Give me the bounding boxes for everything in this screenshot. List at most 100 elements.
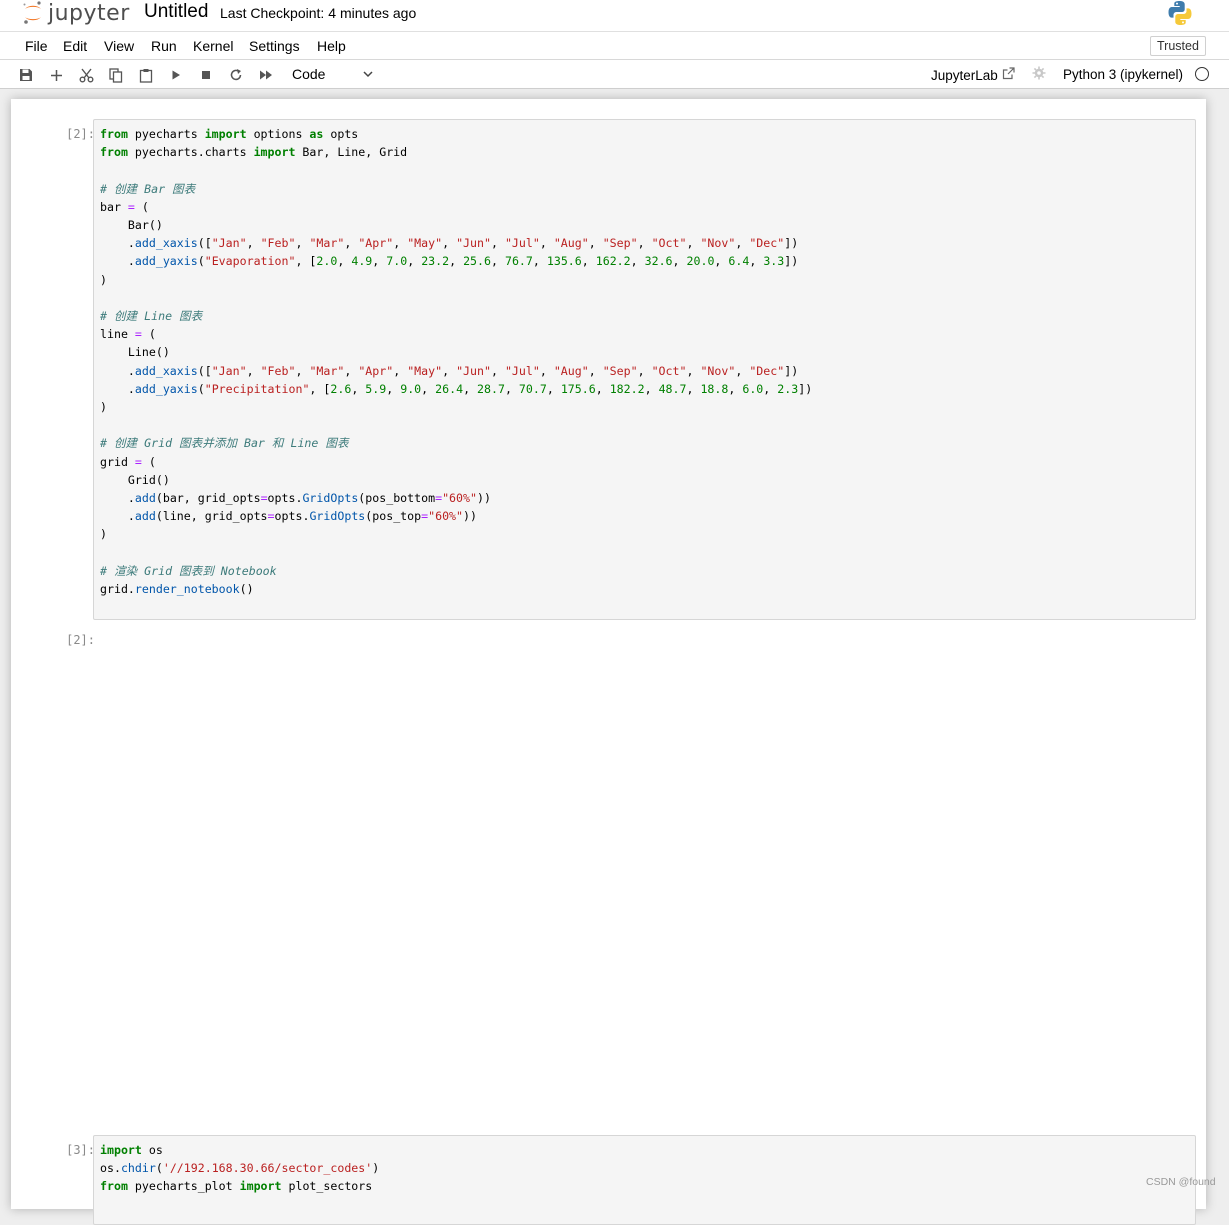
code-token: ,: [344, 363, 359, 378]
code-token: 182.2: [609, 381, 645, 396]
code-token: (: [141, 327, 156, 342]
jupyter-logo[interactable]: jupyter: [22, 0, 130, 28]
code-token: 2.0: [316, 254, 338, 269]
paste-icon[interactable]: [136, 65, 156, 85]
code-token: ]): [798, 381, 813, 396]
code-token: ,: [539, 363, 554, 378]
code-token: (bar, grid_opts: [155, 491, 261, 506]
cut-icon[interactable]: [76, 65, 96, 85]
code-line: import os: [100, 1143, 163, 1157]
code-line: from pyecharts import options as opts: [100, 127, 358, 141]
code-token: .: [100, 236, 135, 251]
code-token: )): [463, 509, 477, 524]
code-token: ,: [504, 381, 519, 396]
code-line: grid = (: [100, 455, 156, 469]
code-token: ,: [714, 254, 729, 269]
code-token: 23.2: [421, 254, 450, 269]
code-token: ,: [630, 254, 645, 269]
menu-view[interactable]: View: [104, 38, 134, 54]
copy-icon[interactable]: [106, 65, 126, 85]
code-token: add_yaxis: [134, 381, 198, 396]
code-token: import: [100, 1143, 142, 1157]
add-cell-icon[interactable]: [46, 65, 66, 85]
code-line: grid.render_notebook(): [100, 582, 254, 596]
code-token: (: [197, 254, 205, 269]
kernel-name[interactable]: Python 3 (ipykernel): [1063, 67, 1183, 82]
code-line: line = (: [100, 327, 156, 341]
code-token: 76.7: [504, 254, 533, 269]
code-token: ([: [197, 363, 212, 378]
run-icon[interactable]: [166, 65, 186, 85]
code-token: ,: [595, 381, 610, 396]
code-token: ,: [463, 381, 478, 396]
input-prompt: [2]:: [66, 127, 95, 141]
gear-icon[interactable]: [1032, 66, 1046, 85]
menu-help[interactable]: Help: [317, 38, 346, 54]
cell-type-value: Code: [292, 66, 326, 82]
code-token: ,: [295, 363, 310, 378]
code-token: 4.9: [351, 254, 373, 269]
cell-output-area: [93, 629, 1196, 1109]
code-line: ): [100, 527, 107, 541]
code-token: "Dec": [749, 363, 785, 378]
code-editor[interactable]: from pyecharts import options as opts fr…: [94, 120, 1195, 603]
code-token: =: [134, 327, 142, 342]
menu-run[interactable]: Run: [151, 38, 177, 54]
code-token: =: [267, 509, 275, 524]
code-token: .: [100, 509, 135, 524]
menu-settings[interactable]: Settings: [249, 38, 300, 54]
notebook-header: jupyter Untitled Last Checkpoint: 4 minu…: [0, 0, 1229, 32]
code-token: add_xaxis: [134, 236, 198, 251]
code-token: opts.: [267, 491, 303, 506]
code-cell[interactable]: import os os.chdir('//192.168.30.66/sect…: [93, 1135, 1196, 1225]
menu-file[interactable]: File: [25, 38, 48, 54]
code-token: "Feb": [260, 236, 296, 251]
code-token: ,: [763, 381, 778, 396]
code-token: "Jun": [456, 363, 491, 378]
watermark: CSDN @found: [1146, 1176, 1216, 1188]
code-token: ,: [393, 363, 408, 378]
code-token: (pos_bottom: [358, 491, 436, 506]
code-token: ): [100, 527, 107, 542]
code-token: add_yaxis: [134, 254, 198, 269]
code-token: "Mar": [309, 236, 345, 251]
jupyter-logo-text: jupyter: [48, 0, 130, 26]
code-token: 32.6: [644, 254, 673, 269]
code-token: (: [197, 381, 205, 396]
code-token: .: [100, 381, 135, 396]
code-token: ,: [637, 363, 652, 378]
code-token: ([: [197, 236, 212, 251]
save-icon[interactable]: [16, 65, 36, 85]
restart-icon[interactable]: [226, 65, 246, 85]
code-token: ,: [442, 236, 457, 251]
code-token: ]): [784, 363, 799, 378]
code-token: (line, grid_opts: [155, 509, 268, 524]
code-token: line: [100, 327, 135, 342]
code-token: 6.4: [728, 254, 750, 269]
open-jupyterlab-link[interactable]: JupyterLab: [931, 67, 1015, 83]
code-token: (): [239, 582, 254, 597]
code-cell[interactable]: from pyecharts import options as opts fr…: [93, 119, 1196, 620]
code-token: )): [476, 491, 491, 506]
code-token: ,: [442, 363, 457, 378]
menu-edit[interactable]: Edit: [63, 38, 87, 54]
code-token: os.: [100, 1161, 121, 1176]
code-editor[interactable]: import os os.chdir('//192.168.30.66/sect…: [94, 1136, 1195, 1201]
notebook-title[interactable]: Untitled: [144, 0, 208, 24]
code-token: (pos_top: [365, 509, 422, 524]
notebook-container: [2]: from pyecharts import options as op…: [11, 99, 1206, 1225]
code-token: (: [141, 454, 156, 469]
code-token: chdir: [120, 1161, 156, 1176]
trusted-indicator[interactable]: Trusted: [1150, 36, 1206, 56]
code-token: 48.7: [658, 381, 687, 396]
code-token: render_notebook: [134, 582, 240, 597]
cell-type-select[interactable]: Code: [286, 64, 378, 85]
code-token: "Sep": [602, 363, 638, 378]
checkpoint-time: 4 minutes ago: [328, 5, 417, 21]
code-token: # 渲染 Grid 图表到 Notebook: [100, 563, 277, 578]
stop-icon[interactable]: [196, 65, 216, 85]
code-token: ,: [490, 363, 505, 378]
fast-forward-icon[interactable]: [256, 65, 276, 85]
menu-kernel[interactable]: Kernel: [193, 38, 233, 54]
python-logo-icon: [1166, 0, 1194, 26]
